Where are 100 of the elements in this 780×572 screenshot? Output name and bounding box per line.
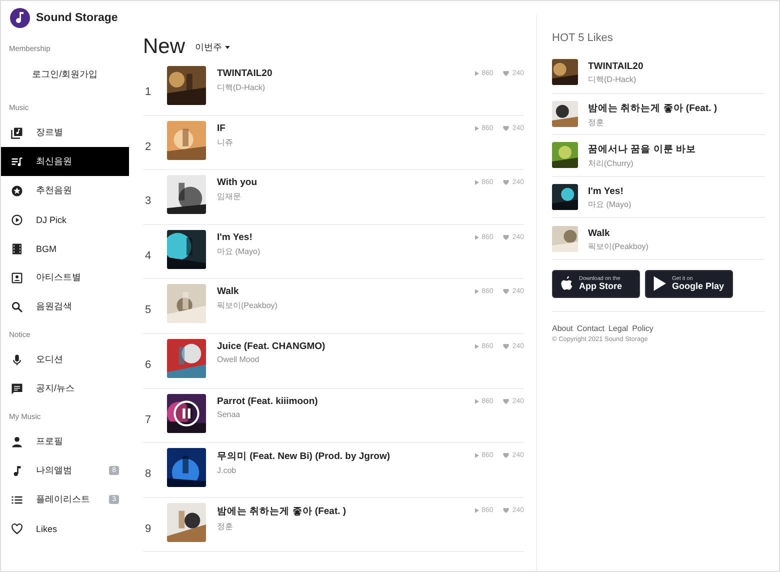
period-dropdown[interactable]: 이번주 [195, 39, 230, 54]
rank-number: 1 [144, 86, 152, 98]
sidebar-item[interactable]: 최신음원 [1, 147, 129, 176]
heart-icon [11, 522, 23, 534]
artist-name: 임재문 [217, 191, 242, 202]
artist-name: 정훈 [588, 116, 605, 128]
nav-label: 나의앨범 [36, 464, 73, 477]
heart-icon [503, 180, 510, 186]
message-icon [11, 382, 23, 394]
section-title: HOT 5 Likes [552, 32, 614, 44]
track-title[interactable]: Juice (Feat. CHANGMO) [217, 340, 475, 352]
nav-label: 최신음원 [36, 155, 73, 168]
heart-icon [503, 126, 510, 131]
artist-name: Senaa [217, 410, 242, 419]
play-icon [474, 180, 479, 186]
artist-name: 픽보이(Peakboy) [217, 300, 278, 312]
nav-label: 추천음원 [36, 184, 73, 197]
heart-icon [503, 344, 510, 349]
artist-name: 디핵(D-Hack) [588, 74, 637, 86]
track-title[interactable]: Parrot (Feat. kiiimoon) [217, 396, 475, 407]
nav-label: Likes [36, 524, 58, 534]
login-button[interactable]: 로그인/회원가입 [9, 61, 121, 88]
heart-icon [503, 289, 510, 294]
play-icon [474, 344, 479, 349]
nav-label: 장르별 [36, 126, 64, 139]
microphone-icon [11, 354, 23, 366]
heart-icon [503, 508, 510, 513]
artist-name: 처리(Churry) [588, 158, 634, 170]
logo-icon [10, 8, 30, 28]
rank-number: 3 [144, 195, 152, 208]
list-icon [11, 494, 23, 506]
track-title[interactable]: I'm Yes! [217, 232, 475, 243]
rank-number: 2 [144, 140, 152, 153]
play-icon [474, 398, 479, 404]
track-title[interactable]: 꿈에서나 꿈을 이룬 바보 [588, 143, 765, 156]
caret-icon [225, 46, 230, 49]
music-note-icon [11, 464, 23, 476]
store-name: App Store [579, 282, 622, 292]
sidebar-item[interactable]: 아티스트별 [1, 263, 129, 292]
footer-link[interactable]: Legal [608, 324, 628, 333]
rank-number: 8 [144, 468, 152, 480]
search-icon [11, 300, 23, 312]
track-title[interactable]: Walk [217, 286, 475, 298]
playlist-icon [11, 156, 23, 168]
artist-name: J.cob [217, 466, 238, 476]
store-name: Google Play [672, 282, 724, 292]
album-icon [11, 126, 23, 138]
track-title[interactable]: With you [217, 177, 475, 188]
heart-icon [503, 453, 510, 458]
play-icon [474, 453, 479, 458]
sidebar-item[interactable]: 프로필 [1, 427, 129, 456]
footer-link[interactable]: Policy [632, 324, 654, 333]
nav-label: 오디션 [36, 353, 64, 366]
sidebar-item[interactable]: DJ Pick [1, 205, 129, 234]
artist-name: 마요 (Mayo) [588, 199, 632, 210]
portrait-icon [11, 272, 23, 284]
track-title[interactable]: Walk [588, 228, 765, 239]
sidebar-item[interactable]: BGM [1, 234, 129, 263]
rank-number: 6 [144, 358, 152, 371]
artist-name: 정훈 [217, 520, 234, 532]
artist-name: 디핵(D-Hack) [217, 82, 266, 93]
sidebar-item[interactable]: 장르별 [1, 118, 129, 147]
footer-link[interactable]: About [552, 324, 573, 333]
play-circle-icon [11, 214, 23, 226]
play-store-icon [653, 276, 666, 292]
rank-number: 7 [144, 414, 152, 426]
nav-label: 음원검색 [36, 300, 73, 313]
brand-name: Sound Storage [36, 12, 118, 24]
sidebar-item[interactable]: 음원검색 [1, 292, 129, 321]
nav-label: 프로필 [36, 435, 64, 448]
track-title[interactable]: 밤에는 취하는게 좋아 (Feat. ) [217, 504, 475, 518]
rank-number: 9 [144, 522, 152, 535]
artist-name: Owell Mood [217, 354, 260, 364]
track-title[interactable]: IF [217, 122, 475, 134]
track-title[interactable]: TWINTAIL20 [217, 68, 475, 79]
track-title[interactable]: 무의미 (Feat. New Bi) (Prod. by Jgrow) [217, 450, 475, 464]
heart-icon [503, 234, 510, 240]
sidebar-item[interactable]: 오디션 [1, 345, 129, 374]
track-title[interactable]: I'm Yes! [588, 186, 765, 198]
play-icon [474, 289, 479, 294]
person-icon [11, 436, 23, 448]
rank-number: 4 [144, 250, 152, 262]
page-title: New [143, 34, 186, 58]
rank-number: 5 [144, 304, 152, 316]
track-title[interactable]: TWINTAIL20 [588, 61, 765, 72]
nav-label: BGM [36, 244, 58, 254]
play-icon [474, 234, 479, 240]
nav-label: 아티스트별 [36, 271, 82, 284]
sidebar-item[interactable]: 추천음원 [1, 176, 129, 205]
sidebar-item[interactable]: Likes [1, 514, 129, 543]
sidebar-item[interactable]: 공지/뉴스 [1, 374, 129, 403]
nav-label: 플레이리스트 [36, 493, 91, 506]
heart-icon [503, 71, 510, 76]
pause-icon[interactable] [173, 400, 200, 427]
track-title[interactable]: 밤에는 취하는게 좋아 (Feat. ) [588, 102, 765, 115]
footer-link[interactable]: Contact [576, 324, 604, 333]
nav-label: DJ Pick [36, 214, 68, 224]
artist-name: 마요 (Mayo) [217, 246, 262, 257]
play-icon [474, 71, 479, 76]
film-icon [11, 242, 23, 254]
